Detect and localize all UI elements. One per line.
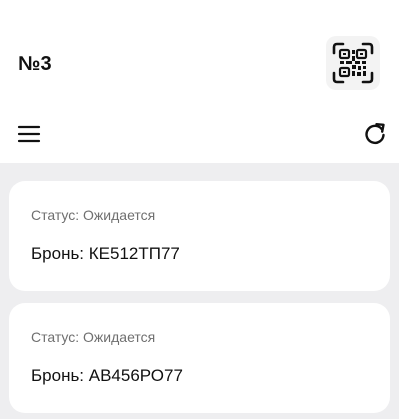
booking-status: Статус: Ожидается	[31, 329, 156, 345]
booking-card[interactable]: Статус: Ожидается Бронь: КЕ512ТП77	[9, 181, 390, 291]
qr-code-scan-icon	[332, 42, 374, 84]
booking-status: Статус: Ожидается	[31, 207, 156, 223]
booking-card[interactable]: Статус: Ожидается Бронь: АВ456РО77	[9, 303, 390, 413]
booking-number: Бронь: КЕ512ТП77	[31, 244, 180, 263]
bookings-list: Статус: Ожидается Бронь: КЕ512ТП77 Стату…	[0, 163, 399, 419]
page-title: №3	[18, 53, 52, 75]
qr-scan-button[interactable]	[326, 36, 380, 90]
refresh-icon[interactable]	[362, 121, 388, 147]
booking-number: Бронь: АВ456РО77	[31, 366, 183, 385]
hamburger-menu-icon[interactable]	[17, 124, 41, 144]
top-bar: №3	[0, 0, 399, 145]
